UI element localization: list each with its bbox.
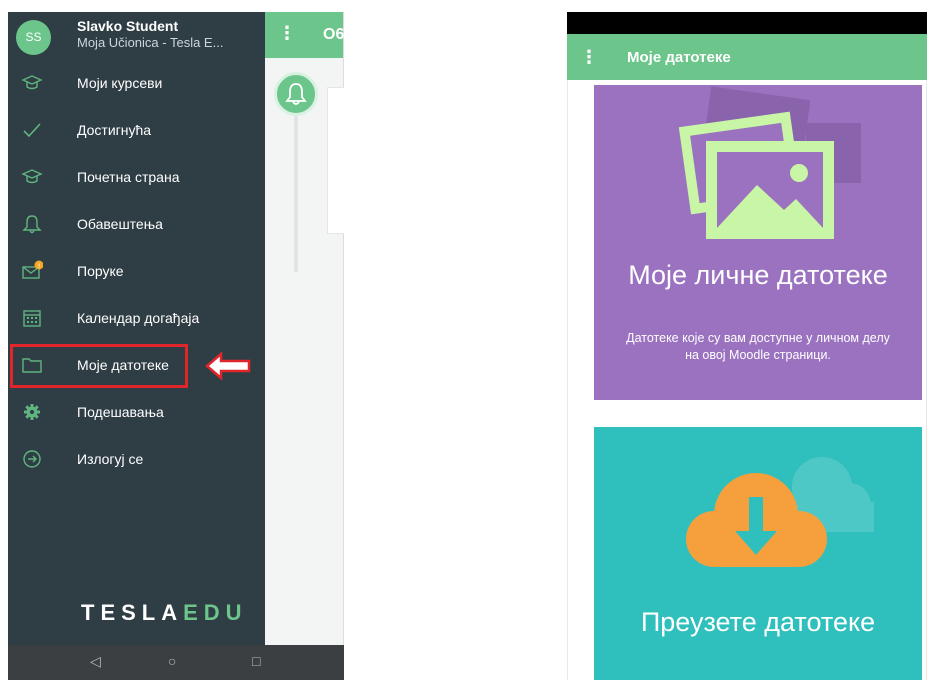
images-icon xyxy=(678,86,861,239)
menu-item-label: Обавештења xyxy=(77,215,163,232)
bell-icon xyxy=(22,215,42,234)
navigation-drawer: SS Slavko Student Moja Učionica - Tesla … xyxy=(8,12,265,645)
status-bar xyxy=(567,12,927,34)
logo-accent: EDU xyxy=(183,600,248,625)
card-title: Преузете датотеке xyxy=(640,607,876,637)
menu-item-notifications[interactable]: Обавештења xyxy=(8,200,265,247)
menu-item-label: Почетна страна xyxy=(77,168,180,185)
gear-icon xyxy=(24,404,40,420)
logo-main: TESLA xyxy=(81,600,184,625)
right-phone-screen: ⋮ Моје датотеке Моје личне датотеке Дато… xyxy=(567,12,927,680)
timeline-line xyxy=(294,116,298,272)
card-title: Моје личне датотеке xyxy=(628,260,888,290)
downloaded-files-card[interactable]: Преузете датотеке xyxy=(594,427,922,680)
overflow-menu-icon[interactable]: ⋮ xyxy=(580,47,598,68)
menu-item-label: Моји курсеви xyxy=(77,74,163,91)
cloud-download-icon xyxy=(686,457,874,567)
pointer-arrow-icon xyxy=(205,351,251,381)
back-icon[interactable]: ◁ xyxy=(90,653,101,670)
menu-item-label: Календар догађаја xyxy=(77,309,200,326)
appbar: ⋮ Моје датотеке xyxy=(567,34,927,80)
android-nav-bar: ◁ ○ □ xyxy=(8,645,344,680)
checkmark-icon xyxy=(23,123,41,138)
private-files-card[interactable]: Моје личне датотеке Датотеке које су вам… xyxy=(594,85,922,400)
recents-icon[interactable]: □ xyxy=(252,653,260,669)
avatar[interactable]: SS xyxy=(16,20,51,55)
user-name: Slavko Student xyxy=(77,18,179,34)
menu-item-settings[interactable]: Подешавања xyxy=(8,388,265,435)
background-page: ⋮ О6 xyxy=(265,12,344,645)
left-phone-screen: ⋮ О6 SS Slavko Student Moja Učionica - T… xyxy=(8,12,344,680)
background-appbar: ⋮ О6 xyxy=(265,12,344,58)
background-appbar-title: О6 xyxy=(323,26,344,43)
menu-item-label: Достигнућа xyxy=(77,121,152,138)
files-content: Моје личне датотеке Датотеке које су вам… xyxy=(567,80,927,680)
highlight-box xyxy=(10,344,188,388)
notification-card[interactable] xyxy=(327,87,344,234)
menu-item-home[interactable]: Почетна страна xyxy=(8,153,265,200)
menu-item-label: Подешавања xyxy=(77,403,164,420)
menu-item-my-courses[interactable]: Моји курсеви xyxy=(8,59,265,106)
menu-item-achievements[interactable]: Достигнућа xyxy=(8,106,265,153)
envelope-icon: ! xyxy=(22,260,43,279)
menu-item-calendar[interactable]: Календар догађаја xyxy=(8,294,265,341)
menu-item-label: Поруке xyxy=(77,262,124,279)
teslaedu-logo: TESLAEDU xyxy=(81,600,248,626)
message-badge: ! xyxy=(38,262,41,270)
menu-item-label: Излогуј се xyxy=(77,450,144,467)
menu-item-logout[interactable]: Излогуј се xyxy=(8,435,265,482)
menu-item-messages[interactable]: ! Поруке xyxy=(8,247,265,294)
calendar-icon xyxy=(23,310,41,327)
page-title: Моје датотеке xyxy=(627,49,731,66)
mortarboard-icon xyxy=(21,169,43,184)
logout-icon xyxy=(23,450,41,468)
card-description: Датотеке које су вам доступне у личном д… xyxy=(626,331,890,362)
site-name: Moja Učionica - Tesla E... xyxy=(77,35,224,50)
drawer-menu: Моји курсеви Достигнућа Почетна страна О… xyxy=(8,59,265,482)
home-icon[interactable]: ○ xyxy=(168,653,176,669)
notification-bell-icon xyxy=(274,72,318,116)
overflow-menu-icon[interactable]: ⋮ xyxy=(278,24,296,42)
mortarboard-icon xyxy=(21,75,43,90)
drawer-header[interactable]: SS Slavko Student Moja Učionica - Tesla … xyxy=(8,12,265,58)
